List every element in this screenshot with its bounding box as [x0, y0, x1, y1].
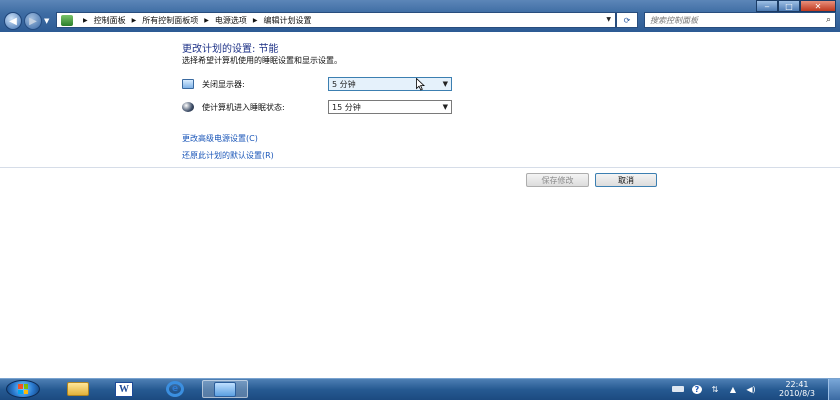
display-off-value: 5 分钟 — [332, 79, 356, 89]
breadcrumb-item[interactable]: 编辑计划设置 — [264, 15, 312, 26]
breadcrumb-item[interactable]: 所有控制面板项 — [142, 15, 198, 26]
show-hidden-icons-icon[interactable]: ▲ — [728, 385, 738, 394]
divider — [0, 167, 840, 168]
chevron-right-icon: ▶ — [131, 16, 137, 24]
search-box[interactable]: ⌕ — [644, 12, 836, 28]
close-button[interactable]: ✕ — [800, 0, 836, 12]
taskbar-control-panel[interactable] — [202, 380, 248, 398]
minimize-button[interactable]: ‒ — [756, 0, 778, 12]
taskbar-explorer[interactable] — [55, 380, 101, 398]
folder-icon — [67, 382, 89, 396]
sleep-select[interactable]: 15 分钟 ▼ — [328, 100, 452, 114]
restore-defaults-link[interactable]: 还原此计划的默认设置(R) — [182, 150, 274, 161]
system-tray: ? ⇅ ▲ ◀) — [672, 380, 756, 398]
window-controls: ‒ □ ✕ — [756, 0, 836, 12]
control-panel-icon — [61, 14, 73, 26]
page-title: 更改计划的设置: 节能 — [182, 44, 279, 55]
advanced-power-settings-link[interactable]: 更改高级电源设置(C) — [182, 133, 258, 144]
arrow-right-icon: ▶ — [29, 15, 37, 27]
windows-logo-icon — [18, 384, 28, 394]
display-off-label: 关闭显示器: — [202, 79, 245, 89]
forward-button[interactable]: ▶ — [24, 12, 42, 30]
cancel-button[interactable]: 取消 — [595, 173, 657, 187]
internet-explorer-icon: e — [166, 381, 184, 397]
address-bar[interactable]: ▶ 控制面板 ▶ 所有控制面板项 ▶ 电源选项 ▶ 编辑计划设置 ▼ — [56, 12, 616, 28]
chevron-right-icon: ▶ — [83, 16, 88, 24]
clock[interactable]: 22:41 2010/8/3 — [772, 380, 822, 398]
back-button[interactable]: ◀ — [4, 12, 22, 30]
sleep-value: 15 分钟 — [332, 102, 361, 112]
arrow-left-icon: ◀ — [9, 15, 17, 27]
history-dropdown-icon[interactable]: ▼ — [44, 17, 49, 25]
start-button[interactable] — [6, 380, 40, 398]
setting-row-display-off: 关闭显示器: 5 分钟 ▼ — [182, 77, 452, 91]
taskbar-ie[interactable]: e — [152, 380, 198, 398]
chevron-down-icon: ▼ — [442, 103, 448, 111]
refresh-icon: ⟳ — [623, 15, 631, 25]
taskbar-word[interactable]: W — [101, 380, 147, 398]
moon-icon — [182, 102, 194, 112]
control-panel-icon — [214, 381, 236, 397]
breadcrumb-item[interactable]: 电源选项 — [215, 15, 247, 26]
chevron-right-icon: ▶ — [252, 16, 258, 24]
chevron-right-icon: ▶ — [204, 16, 209, 24]
page-subtitle: 选择希望计算机使用的睡眠设置和显示设置。 — [182, 56, 342, 65]
keyboard-icon[interactable] — [672, 386, 684, 392]
monitor-icon — [182, 79, 194, 89]
mouse-cursor-icon — [416, 78, 425, 91]
refresh-button[interactable]: ⟳ — [616, 12, 638, 28]
search-input[interactable] — [650, 15, 820, 25]
address-dropdown-icon[interactable]: ▼ — [606, 16, 611, 23]
setting-row-sleep: 使计算机进入睡眠状态: 15 分钟 ▼ — [182, 100, 452, 114]
show-desktop-button[interactable] — [828, 379, 840, 400]
word-icon: W — [115, 381, 133, 397]
clock-date: 2010/8/3 — [779, 389, 815, 398]
sleep-label: 使计算机进入睡眠状态: — [202, 102, 285, 112]
volume-icon[interactable]: ◀) — [746, 385, 756, 394]
breadcrumb-item[interactable]: 控制面板 — [94, 15, 126, 26]
breadcrumb: ▶ 控制面板 ▶ 所有控制面板项 ▶ 电源选项 ▶ 编辑计划设置 — [77, 15, 312, 26]
network-icon[interactable]: ⇅ — [710, 385, 720, 394]
clock-time: 22:41 — [785, 380, 809, 389]
maximize-button[interactable]: □ — [778, 0, 800, 12]
help-icon[interactable]: ? — [692, 384, 702, 394]
save-button[interactable]: 保存修改 — [526, 173, 589, 187]
search-icon[interactable]: ⌕ — [826, 15, 831, 25]
display-off-select[interactable]: 5 分钟 ▼ — [328, 77, 452, 91]
chevron-down-icon: ▼ — [442, 80, 448, 88]
